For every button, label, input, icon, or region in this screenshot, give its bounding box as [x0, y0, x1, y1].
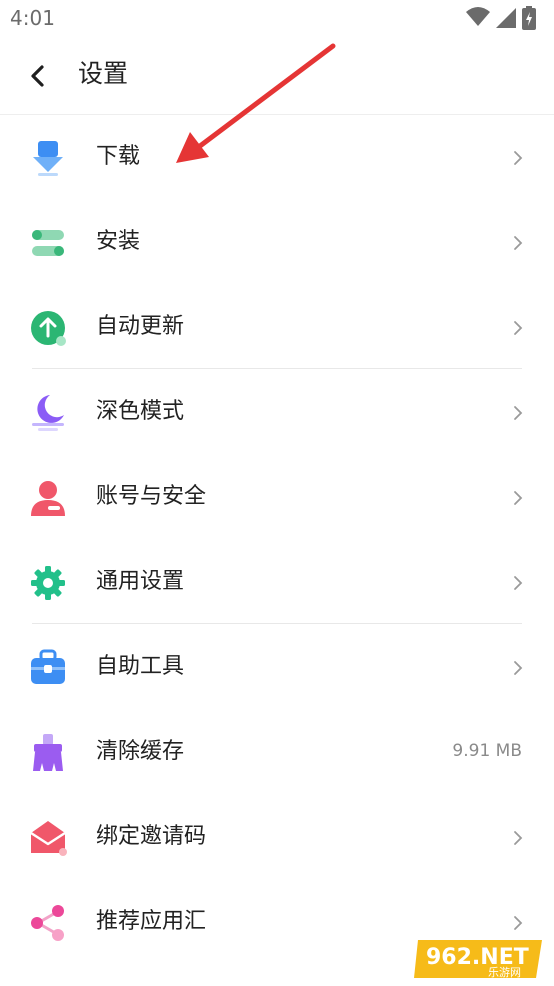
chevron-right-icon: [514, 491, 523, 505]
install-icon: [32, 230, 64, 256]
wifi-icon: [466, 7, 490, 26]
cache-size-value: 9.91 MB: [452, 741, 522, 761]
share-icon: [31, 905, 64, 941]
app-bar: 设置: [0, 36, 554, 115]
status-icons: [466, 6, 546, 30]
settings-item-label: 通用设置: [96, 569, 185, 594]
settings-item-install[interactable]: 安装: [0, 200, 554, 285]
chevron-right-icon: [514, 236, 523, 250]
settings-item-general[interactable]: 通用设置: [0, 540, 554, 625]
watermark-subtext: 乐游网: [488, 966, 521, 979]
signal-icon: [496, 8, 516, 28]
settings-list: 下载 安装 自动更新 深色模式 账号与安全 通用设置 自助工具 清除缓存 9.9…: [0, 115, 554, 965]
chevron-right-icon: [514, 151, 523, 165]
settings-item-label: 账号与安全: [96, 484, 207, 509]
account-security-icon: [31, 481, 65, 516]
settings-item-clear-cache[interactable]: 清除缓存 9.91 MB: [0, 710, 554, 795]
envelope-icon: [30, 821, 67, 856]
dark-mode-icon: [32, 395, 64, 431]
settings-item-self-service-tools[interactable]: 自助工具: [0, 625, 554, 710]
section-divider: [32, 368, 522, 369]
settings-item-dark-mode[interactable]: 深色模式: [0, 370, 554, 455]
chevron-right-icon: [514, 661, 523, 675]
chevron-right-icon: [514, 831, 523, 845]
settings-item-label: 绑定邀请码: [96, 824, 207, 849]
chevron-right-icon: [514, 916, 523, 930]
back-arrow-icon: [31, 65, 44, 87]
back-button[interactable]: [20, 58, 56, 94]
auto-update-icon: [31, 311, 66, 346]
settings-item-label: 下载: [96, 144, 141, 169]
settings-item-bind-invite-code[interactable]: 绑定邀请码: [0, 795, 554, 880]
settings-item-label: 安装: [96, 229, 141, 254]
watermark-badge: 962.NET 乐游网: [414, 940, 542, 979]
battery-icon: [522, 6, 536, 30]
toolbox-icon: [31, 649, 65, 684]
settings-item-auto-update[interactable]: 自动更新: [0, 285, 554, 370]
chevron-right-icon: [514, 576, 523, 590]
chevron-right-icon: [514, 406, 523, 420]
clear-cache-icon: [33, 734, 63, 771]
page-title: 设置: [78, 59, 129, 88]
settings-item-label: 清除缓存: [96, 739, 185, 764]
settings-item-download[interactable]: 下载: [0, 115, 554, 200]
download-icon: [33, 141, 63, 176]
gear-icon: [31, 566, 65, 600]
section-divider: [32, 623, 522, 624]
settings-item-account-security[interactable]: 账号与安全: [0, 455, 554, 540]
settings-item-label: 推荐应用汇: [96, 909, 207, 934]
settings-item-label: 自动更新: [96, 314, 185, 339]
settings-item-label: 自助工具: [96, 654, 185, 679]
chevron-right-icon: [514, 321, 523, 335]
status-bar: 4:01: [0, 0, 554, 36]
watermark-logo: 962.NET 乐游网: [412, 934, 548, 982]
status-time: 4:01: [10, 6, 55, 30]
settings-item-label: 深色模式: [96, 399, 185, 424]
